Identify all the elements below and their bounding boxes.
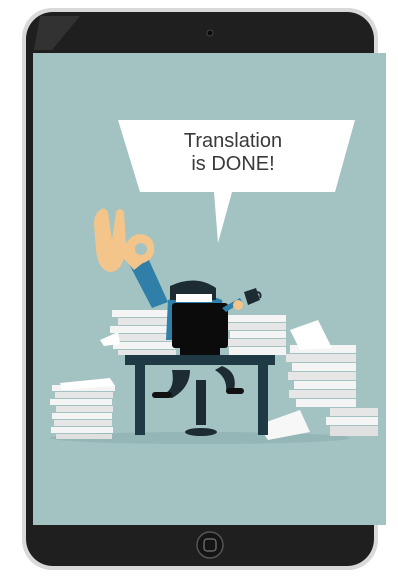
laptop — [172, 303, 228, 348]
speech-bubble-text: Translation is DONE! — [148, 130, 318, 176]
camera-icon — [206, 29, 214, 37]
speech-bubble-line-2: is DONE! — [191, 153, 275, 175]
tablet-illustration: Translation is DONE! — [0, 0, 398, 577]
tablet-scene — [22, 8, 386, 570]
left-paper-stack — [50, 378, 115, 439]
speech-bubble-line-1: Translation — [183, 130, 283, 152]
home-button-icon[interactable] — [196, 531, 224, 559]
